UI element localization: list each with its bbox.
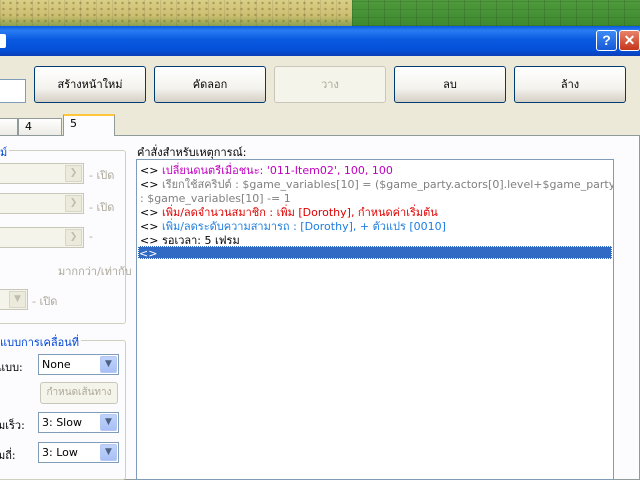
delete-page-button[interactable]: ลบ: [394, 66, 506, 103]
move-speed-select[interactable]: 3: Slow ▼: [38, 412, 119, 433]
move-frequency-label: มถี่:: [0, 449, 16, 462]
event-name-input[interactable]: [0, 79, 26, 103]
condition-switch-1-suffix: - เปิด: [89, 169, 115, 182]
command-marker: <>: [140, 220, 162, 233]
command-row-selected[interactable]: <>: [138, 246, 612, 260]
command-row[interactable]: <> เพิ่ม/ลดระดับความสามารถ : [Dorothy], …: [140, 220, 446, 233]
map-grass-tiles: [352, 0, 640, 26]
chevron-down-icon: ▼: [100, 444, 117, 461]
condition-gte-label: มากกว่า/เท่ากับ: [58, 265, 132, 278]
window-icon: [0, 34, 6, 48]
tab-page-4[interactable]: 4: [18, 118, 62, 135]
condition-variable-select[interactable]: ❯: [0, 227, 84, 248]
command-text: เพิ่ม/ลดจำนวนสมาชิก : เพิ่ม [Dorothy], ก…: [161, 206, 438, 219]
condition-variable-suffix: -: [89, 230, 93, 243]
chevron-right-icon: ❯: [65, 195, 82, 212]
tab-page-5[interactable]: 5: [63, 114, 115, 136]
condition-self-switch-suffix: - เปิด: [32, 295, 58, 308]
move-type-select[interactable]: None ▼: [38, 354, 119, 375]
move-type-label: แบบ:: [0, 361, 23, 374]
chevron-down-icon: ▼: [100, 414, 117, 431]
command-marker: <>: [140, 206, 162, 219]
command-marker: <>: [139, 247, 158, 260]
new-page-button[interactable]: สร้างหน้าใหม่: [34, 66, 146, 103]
command-marker: <>: [140, 178, 162, 191]
command-text: เรียกใช้สคริปต์ : $game_variables[10] = …: [161, 178, 614, 191]
chevron-right-icon: ❯: [65, 229, 82, 246]
paste-page-button[interactable]: วาง: [274, 66, 386, 103]
condition-self-switch-select[interactable]: ▼: [0, 289, 28, 310]
command-text: $game_variables[10] -= 1: [147, 192, 291, 205]
tab-page-3[interactable]: [0, 118, 18, 135]
move-frequency-value: 3: Low: [42, 446, 78, 459]
move-speed-value: 3: Slow: [42, 416, 82, 429]
command-row[interactable]: : $game_variables[10] -= 1: [140, 192, 291, 205]
help-button[interactable]: ?: [596, 30, 617, 51]
chevron-down-icon: ▼: [100, 356, 117, 373]
command-text: เปลี่ยนดนตรีเมื่อชนะ: '011-Item02', 100,…: [161, 164, 393, 177]
move-frequency-select[interactable]: 3: Low ▼: [38, 442, 119, 463]
command-row[interactable]: <> เรียกใช้สคริปต์ : $game_variables[10]…: [140, 178, 614, 191]
copy-page-button[interactable]: คัดลอก: [154, 66, 266, 103]
chevron-down-icon: ▼: [9, 291, 26, 308]
move-speed-label: มเร็ว:: [0, 419, 25, 432]
move-route-button[interactable]: กำหนดเส้นทาง: [40, 382, 118, 404]
event-command-list[interactable]: <> เปลี่ยนดนตรีเมื่อชนะ: '011-Item02', 1…: [136, 159, 614, 480]
command-text: เพิ่ม/ลดระดับความสามารถ : [Dorothy], + ต…: [161, 220, 446, 233]
map-sand-texture: [0, 0, 352, 26]
command-row[interactable]: <> เปลี่ยนดนตรีเมื่อชนะ: '011-Item02', 1…: [140, 164, 393, 177]
condition-switch-2-select[interactable]: ❯: [0, 193, 84, 214]
chevron-right-icon: ❯: [65, 165, 82, 182]
move-type-value: None: [42, 358, 71, 371]
command-marker: <>: [140, 164, 162, 177]
close-button[interactable]: ✕: [619, 30, 640, 51]
condition-switch-2-suffix: - เปิด: [89, 201, 115, 214]
conditions-title: ม์: [0, 143, 10, 161]
condition-switch-1-select[interactable]: ❯: [0, 163, 84, 184]
clear-page-button[interactable]: ล้าง: [514, 66, 626, 103]
command-row[interactable]: <> เพิ่ม/ลดจำนวนสมาชิก : เพิ่ม [Dorothy]…: [140, 206, 438, 219]
movement-title: แบบการเคลื่อนที่: [0, 333, 82, 351]
window-titlebar[interactable]: [0, 26, 640, 56]
